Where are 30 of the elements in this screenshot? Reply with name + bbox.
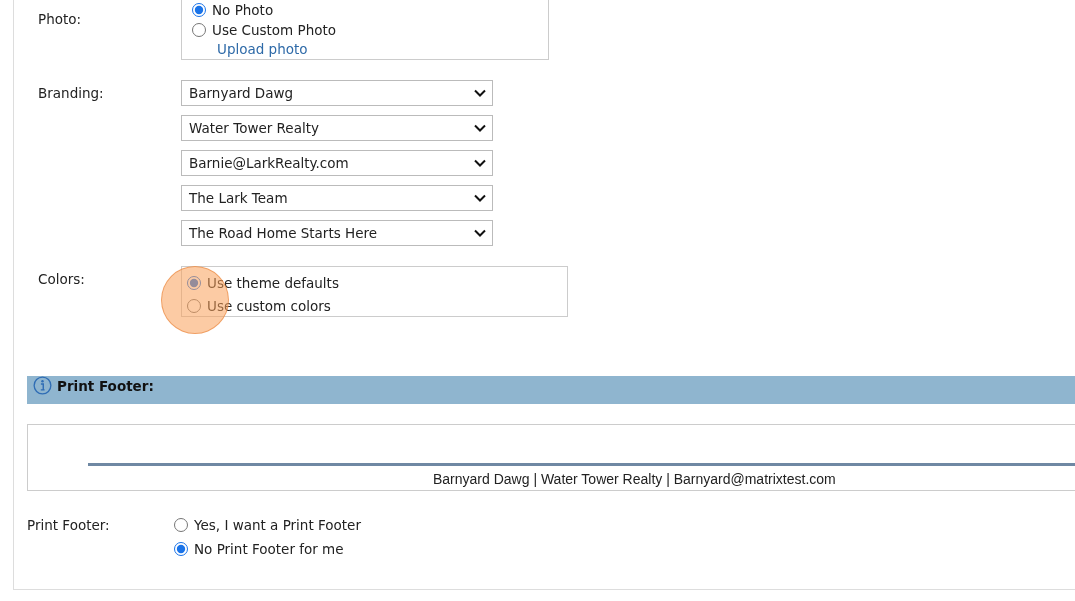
dropdown[interactable]: Barnie@LarkRealty.com [181, 150, 493, 176]
radio-button[interactable] [192, 3, 206, 17]
dropdown[interactable]: Barnyard Dawg [181, 80, 493, 106]
dropdown[interactable]: The Road Home Starts Here [181, 220, 493, 246]
radio-button[interactable] [174, 542, 188, 556]
dropdown[interactable]: The Lark Team [181, 185, 493, 211]
field-label: Photo: [37, 10, 83, 29]
chevron-down-icon [474, 194, 486, 202]
upload-photo-link[interactable]: Upload photo [192, 40, 538, 58]
option-label: Use custom colors [207, 297, 331, 314]
option-label: Yes, I want a Print Footer [194, 517, 361, 533]
field-label: Colors: [37, 270, 86, 289]
option-label: No Photo [212, 2, 274, 18]
chevron-down-icon [474, 229, 486, 237]
chevron-down-icon [474, 159, 486, 167]
section-title: Print Footer: [57, 378, 154, 394]
footer-preview-text: Barnyard Dawg | Water Tower Realty | Barnyard@matrixtest.com [433, 471, 836, 487]
field-label: Branding: [37, 84, 105, 103]
option-label: No Print Footer for me [194, 541, 344, 557]
info-icon [33, 376, 52, 395]
radio-button[interactable] [187, 298, 201, 313]
dropdown[interactable]: Water Tower Realty [181, 115, 493, 141]
option-label: Use Custom Photo [212, 22, 337, 38]
radio-button[interactable] [174, 518, 188, 532]
radio-button[interactable] [187, 275, 201, 290]
radio-button[interactable] [192, 23, 206, 37]
chevron-down-icon [474, 89, 486, 97]
field-label: Print Footer: [26, 516, 111, 535]
option-label: Use theme defaults [207, 274, 339, 291]
chevron-down-icon [474, 124, 486, 132]
